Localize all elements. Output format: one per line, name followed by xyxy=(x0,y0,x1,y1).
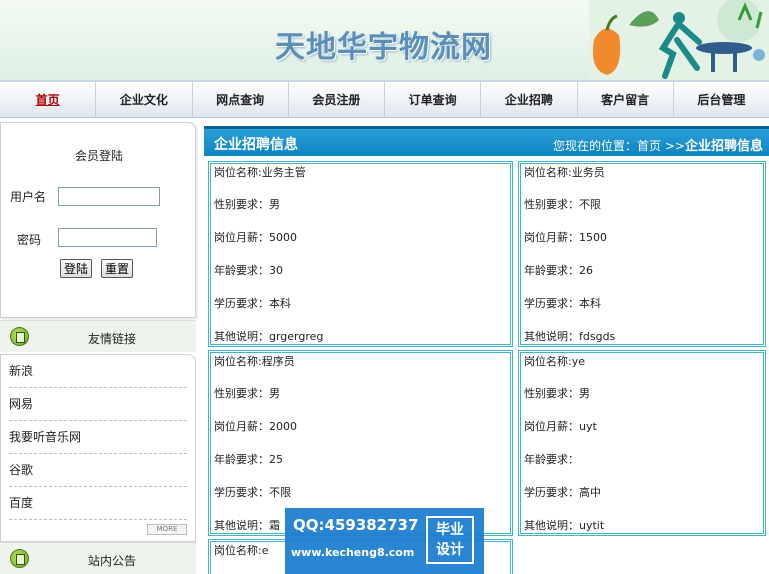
login-button[interactable]: 登陆 xyxy=(60,259,93,278)
job-field: 性别要求：男 xyxy=(214,387,280,400)
watermark-badge-line2: 设计 xyxy=(436,542,464,558)
friend-links-title: 友情链接 xyxy=(87,332,136,346)
notice-title: 站内公告 xyxy=(87,554,136,568)
site-title: 天地华宇物流网 xyxy=(275,30,492,65)
job-field: 其他说明：fdsgds xyxy=(524,330,616,343)
job-field: 性别要求：男 xyxy=(524,387,590,400)
reset-button[interactable]: 重置 xyxy=(101,259,134,278)
job-card: 岗位名称:ye 性别要求：男 岗位月薪：uyt 年龄要求： 学历要求：高中 其他说明：uy… xyxy=(518,350,766,536)
watermark-url: www.kecheng8.com xyxy=(291,546,415,559)
watermark-badge: 毕业 设计 xyxy=(426,516,474,564)
section-title-bar: 企业招聘信息 您现在的位置：首页 >>企业招聘信息 xyxy=(204,126,769,156)
friend-link-item[interactable]: 谷歌 xyxy=(9,454,187,487)
banner-illustration xyxy=(589,0,769,80)
main-content: 企业招聘信息 您现在的位置：首页 >>企业招聘信息 岗位名称:业务主管 性别要求：… xyxy=(204,122,769,574)
nav-admin[interactable]: 后台管理 xyxy=(674,82,769,117)
login-title: 会员登陆 xyxy=(74,149,123,163)
friend-link-item[interactable]: 百度 xyxy=(9,487,187,520)
job-field: 年龄要求： xyxy=(524,453,579,466)
friend-link-item[interactable]: 我要听音乐网 xyxy=(9,421,187,454)
job-field: 岗位月薪：2000 xyxy=(214,420,297,433)
password-input[interactable] xyxy=(58,228,157,247)
friend-links-list: 新浪 网易 我要听音乐网 谷歌 百度 MORE xyxy=(0,354,196,542)
password-label: 密码 xyxy=(17,233,42,247)
job-field: 岗位名称:ye xyxy=(524,355,585,368)
job-field: 岗位名称:业务员 xyxy=(524,166,605,179)
breadcrumb-prefix[interactable]: 您现在的位置：首页 xyxy=(553,139,661,153)
job-field: 岗位月薪：uyt xyxy=(524,420,597,433)
notice-header: 站内公告 xyxy=(0,542,196,574)
nav-recruit[interactable]: 企业招聘 xyxy=(481,82,578,117)
job-field: 学历要求：高中 xyxy=(524,486,601,499)
section-title: 企业招聘信息 xyxy=(214,137,298,153)
main-nav: 首页 企业文化 网点查询 会员注册 订单查询 企业招聘 客户留言 后台管理 xyxy=(0,80,769,118)
left-sidebar: 会员登陆 用户名 密码 登陆 重置 友情链接 新浪 网易 我要听音乐网 谷歌 百… xyxy=(0,122,196,574)
nav-branch-search[interactable]: 网点查询 xyxy=(193,82,289,117)
job-card: 岗位名称:业务员 性别要求：不限 岗位月薪：1500 年龄要求：26 学历要求：本科其他… xyxy=(518,161,766,347)
job-card: 岗位名称:业务主管 性别要求：男岗位月薪：5000 年龄要求：30 学历要求：本科其他… xyxy=(208,161,513,347)
job-field: 岗位名称:业务主管 xyxy=(214,166,306,179)
job-field: 岗位月薪：1500 xyxy=(524,231,607,244)
job-field: 学历要求：本科 xyxy=(524,297,601,310)
nav-home[interactable]: 首页 xyxy=(0,82,97,117)
breadcrumb-current: 企业招聘信息 xyxy=(684,139,763,154)
nav-order-search[interactable]: 订单查询 xyxy=(385,82,482,117)
username-label: 用户名 xyxy=(10,190,47,204)
header-banner: 天地华宇物流网 xyxy=(0,0,769,80)
watermark-qq: QQ:459382737 xyxy=(293,516,419,534)
job-field: 岗位月薪：5000 xyxy=(214,231,297,244)
job-field: 岗位名称:e xyxy=(214,544,269,557)
nav-feedback[interactable]: 客户留言 xyxy=(578,82,674,117)
friend-link-item[interactable]: 网易 xyxy=(9,388,187,421)
nav-culture[interactable]: 企业文化 xyxy=(96,82,193,117)
job-field: 年龄要求：26 xyxy=(524,264,593,277)
job-field: 学历要求：不限 xyxy=(214,486,291,499)
job-field: 岗位名称:程序员 xyxy=(214,355,295,368)
job-field: 其他说明：grgergreg xyxy=(214,330,324,343)
job-field: 学历要求：本科 xyxy=(214,297,291,310)
job-field: 其他说明：uytit xyxy=(524,519,605,532)
job-field: 年龄要求：25 xyxy=(214,453,283,466)
watermark-banner: QQ:459382737 www.kecheng8.com 毕业 设计 xyxy=(285,508,484,574)
breadcrumb-separator: >> xyxy=(664,139,685,153)
friend-link-item[interactable]: 新浪 xyxy=(9,355,187,388)
friend-links-header: 友情链接 xyxy=(0,320,196,352)
username-input[interactable] xyxy=(58,187,160,206)
job-field: 其他说明：霜 xyxy=(214,519,280,532)
job-field: 年龄要求：30 xyxy=(214,264,283,277)
nav-register[interactable]: 会员注册 xyxy=(289,82,385,117)
breadcrumb: 您现在的位置：首页 >>企业招聘信息 xyxy=(553,135,763,154)
login-panel: 会员登陆 用户名 密码 登陆 重置 xyxy=(0,122,196,318)
more-button[interactable]: MORE xyxy=(147,524,187,535)
job-field: 性别要求：男 xyxy=(214,198,280,211)
watermark-badge-line1: 毕业 xyxy=(436,522,464,538)
job-field: 性别要求：不限 xyxy=(524,198,601,211)
